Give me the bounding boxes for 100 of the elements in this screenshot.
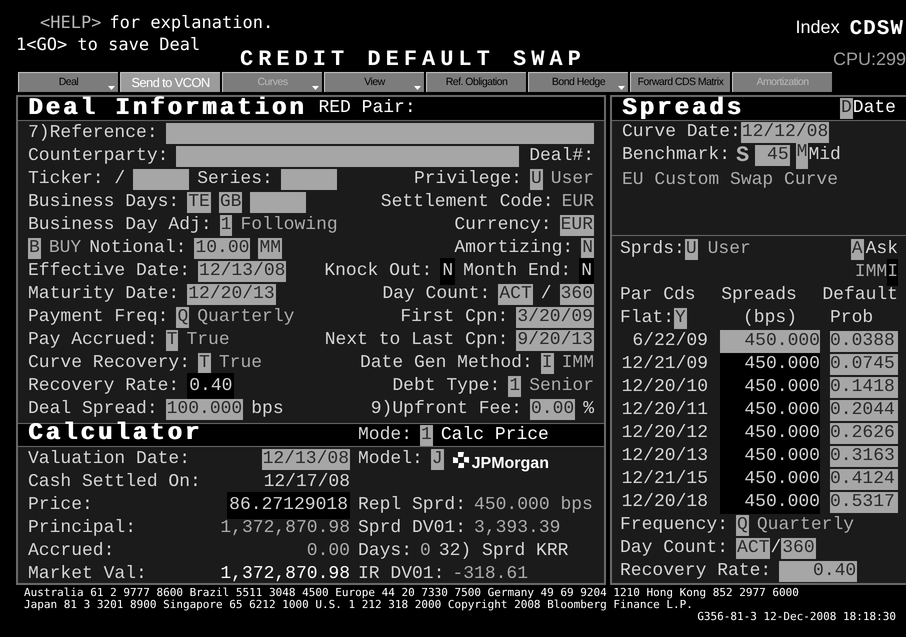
input-field[interactable]: 100.000: [166, 399, 244, 420]
input-field[interactable]: 9/20/13: [516, 330, 594, 351]
table-cell: 450.000: [720, 445, 820, 468]
field-label: Sprd DV01:: [358, 517, 466, 540]
input-field[interactable]: 0.1418: [830, 376, 898, 398]
field-label: 9)Upfront Fee:: [370, 398, 522, 421]
field-label: 7)Reference:: [28, 122, 158, 145]
help-key: <HELP>: [40, 12, 102, 34]
field-label: bps: [251, 398, 284, 421]
input-field[interactable]: 1: [220, 215, 232, 236]
input-field[interactable]: 0.2044: [830, 400, 898, 422]
field-label: Curve Recovery:: [28, 352, 190, 375]
input-field[interactable]: J: [430, 449, 444, 470]
field-label: Principal:: [28, 517, 136, 540]
input-field[interactable]: U: [684, 239, 698, 260]
input-field[interactable]: N: [581, 238, 594, 259]
toolbar-button[interactable]: Ref. Obligation: [426, 72, 526, 92]
input-field[interactable]: 0.0388: [830, 330, 898, 352]
field-value: Following: [240, 214, 338, 237]
input-field[interactable]: T: [166, 330, 178, 351]
input-field[interactable]: 0.5317: [830, 492, 898, 514]
input-field[interactable]: 450.000: [720, 330, 820, 353]
footer-text: G356-81-3 12-Dec-2008 18:18:30: [697, 611, 896, 623]
field-value: True: [218, 352, 262, 375]
field-value: 1,372,870.98: [220, 517, 350, 540]
toolbar-button[interactable]: Forward CDS Matrix: [630, 72, 730, 92]
save-hint: 1<GO> to save Deal: [16, 34, 202, 56]
input-field[interactable]: 12/12/08: [740, 122, 830, 143]
field-value: EUR: [562, 191, 594, 214]
index-code: CDSW: [850, 17, 904, 43]
field-label: Cash Settled On:: [28, 471, 201, 494]
input-field[interactable]: GB: [218, 192, 242, 213]
field-label: %: [583, 398, 594, 421]
table-cell-text: 12/20/10: [620, 376, 708, 399]
table-cell-text: 12/20/12: [620, 422, 708, 445]
field-value: User: [550, 168, 594, 191]
input-field[interactable]: D: [840, 98, 853, 119]
toolbar-button[interactable]: Bond Hedge: [528, 72, 628, 92]
input-field[interactable]: 3/20/09: [516, 307, 594, 328]
input-field[interactable]: EUR: [560, 215, 594, 236]
field-label: 12/17/08: [264, 471, 350, 494]
field-label: Benchmark:: [622, 144, 730, 167]
input-field[interactable]: 0.0745: [830, 354, 898, 376]
input-field[interactable]: [250, 192, 306, 213]
input-field[interactable]: 0.00: [530, 399, 576, 420]
input-field[interactable]: TE: [187, 192, 211, 213]
field-label: Model:: [358, 448, 423, 471]
value-display: N: [579, 258, 594, 285]
input-field[interactable]: [133, 169, 190, 190]
field-value: Quarterly: [197, 306, 294, 329]
input-field[interactable]: 0.40: [779, 561, 858, 582]
field-label: Frequency:: [620, 514, 728, 537]
input-field[interactable]: B: [28, 238, 41, 259]
input-field[interactable]: 1: [508, 376, 522, 397]
field-label: Deal#:: [529, 145, 594, 168]
toolbar-button[interactable]: View: [324, 72, 424, 92]
input-field[interactable]: 45: [755, 145, 790, 166]
input-field[interactable]: Y: [674, 308, 687, 329]
field-label: Pay Accrued:: [28, 329, 158, 352]
field-value: BUY: [48, 237, 82, 260]
input-field[interactable]: 0.2626: [830, 422, 898, 444]
input-field[interactable]: M: [796, 142, 808, 169]
input-field[interactable]: [280, 169, 337, 190]
field-label: Recovery Rate:: [28, 375, 180, 398]
field-value: 1,372,870.98: [220, 563, 350, 586]
input-field[interactable]: MM: [258, 238, 282, 259]
input-field[interactable]: 0.4124: [830, 468, 898, 490]
input-field[interactable]: 12/20/13: [187, 284, 276, 305]
input-field[interactable]: ACT: [736, 538, 770, 559]
input-field[interactable]: ACT: [498, 284, 533, 305]
field-label: Business Days:: [28, 191, 180, 214]
column-header: Default: [822, 284, 898, 307]
field-label: Sprds:: [620, 238, 685, 261]
field-label: Currency:: [454, 214, 552, 237]
field-label: First Cpn:: [400, 306, 508, 329]
input-field[interactable]: 12/13/08: [198, 261, 286, 282]
field-label: Days:: [358, 540, 412, 563]
field-label: Flat:: [620, 307, 674, 330]
input-field[interactable]: 12/13/08: [262, 449, 350, 470]
field-label: Recovery Rate:: [620, 560, 772, 583]
field-label: Ask: [866, 238, 898, 261]
input-field[interactable]: [166, 123, 594, 144]
input-field[interactable]: 1: [420, 424, 433, 446]
field-value: 3,393.39: [474, 517, 560, 540]
input-field[interactable]: T: [198, 353, 211, 374]
field-label: Deal Spread:: [28, 398, 158, 421]
input-field[interactable]: [176, 146, 520, 167]
field-label: 32) Sprd KRR: [438, 540, 568, 563]
input-field[interactable]: U: [530, 169, 543, 190]
input-field[interactable]: 360: [781, 538, 816, 559]
input-field[interactable]: 10.00: [194, 238, 250, 259]
input-field[interactable]: 0.3163: [830, 446, 898, 468]
input-field[interactable]: A: [850, 239, 864, 260]
input-field[interactable]: 360: [560, 284, 594, 305]
input-field[interactable]: Q: [176, 307, 190, 328]
input-field[interactable]: I: [540, 353, 554, 374]
toolbar-button[interactable]: Deal: [18, 72, 118, 92]
field-label: Market Val:: [28, 563, 147, 586]
field-label: Notional:: [89, 237, 186, 260]
input-field[interactable]: Q: [736, 515, 749, 536]
